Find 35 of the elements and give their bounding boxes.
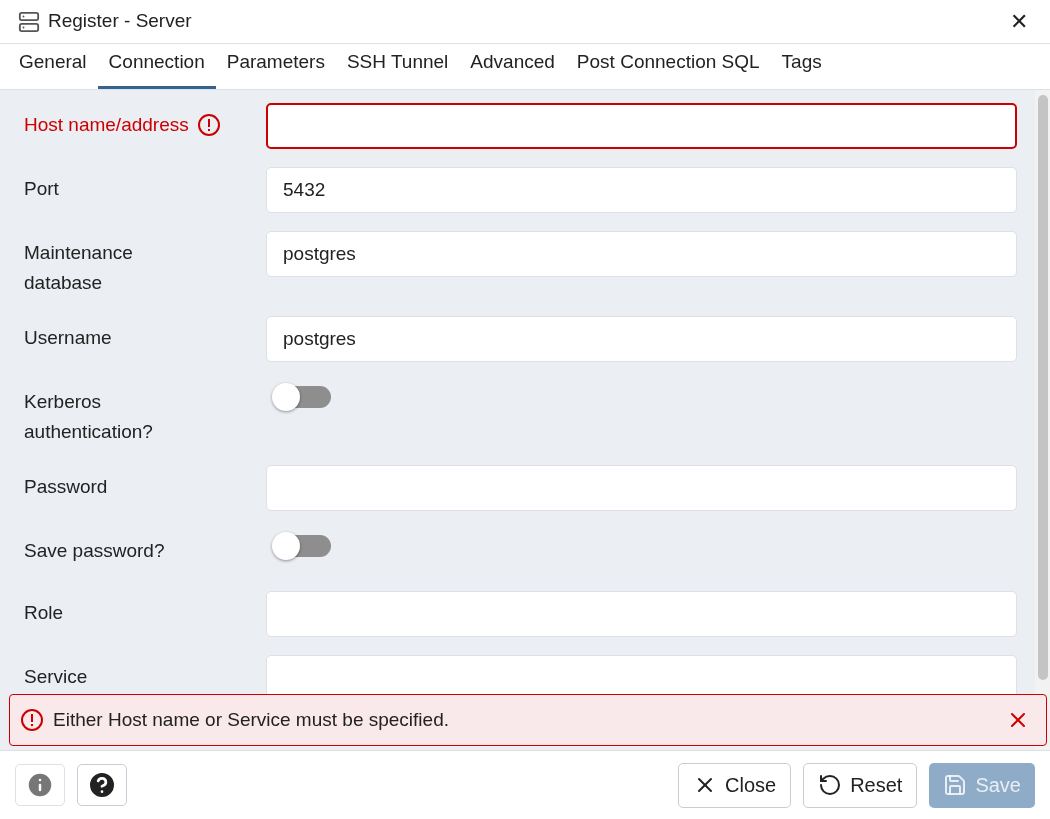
field-label: Service <box>24 665 88 689</box>
save-icon <box>943 773 968 797</box>
server-icon <box>18 10 40 33</box>
reset-button[interactable]: Reset <box>803 762 918 808</box>
scrollbar-thumb[interactable] <box>1037 95 1048 680</box>
tab[interactable]: SSH Tunnel <box>335 41 460 89</box>
field-label: Port <box>24 177 59 201</box>
tab[interactable]: Tags <box>770 41 833 89</box>
input-field[interactable]: postgres <box>266 316 1017 362</box>
close-button[interactable]: Close <box>678 762 792 808</box>
tab[interactable]: Advanced <box>459 41 566 89</box>
close-button[interactable]: ✕ <box>1006 10 1032 33</box>
reset-icon <box>818 773 843 797</box>
help-button[interactable] <box>77 764 127 806</box>
error-message: Either Host name or Service must be specified. <box>53 707 450 732</box>
input-field[interactable] <box>266 103 1017 149</box>
field-label: Password <box>24 475 108 499</box>
info-button[interactable] <box>15 764 65 806</box>
input-field[interactable]: 5432 <box>266 167 1017 213</box>
field-label: Username <box>24 326 112 350</box>
info-icon <box>25 770 55 800</box>
field-label: Kerberos authentication? <box>24 390 154 444</box>
toggle-switch[interactable] <box>270 382 330 412</box>
error-icon <box>20 708 44 732</box>
error-icon <box>196 113 221 137</box>
input-field[interactable]: postgres <box>266 231 1017 277</box>
field-label: Role <box>24 601 64 625</box>
field-label: Save password? <box>24 539 165 563</box>
field-label: Maintenance database <box>24 241 134 295</box>
tab[interactable]: Parameters <box>215 41 336 89</box>
field-label: Host name/address <box>24 113 189 137</box>
tab[interactable]: Post Connection SQL <box>565 41 771 89</box>
tab[interactable]: General <box>8 41 98 89</box>
toggle-switch[interactable] <box>270 531 330 561</box>
window-title: Register - Server <box>48 9 192 34</box>
